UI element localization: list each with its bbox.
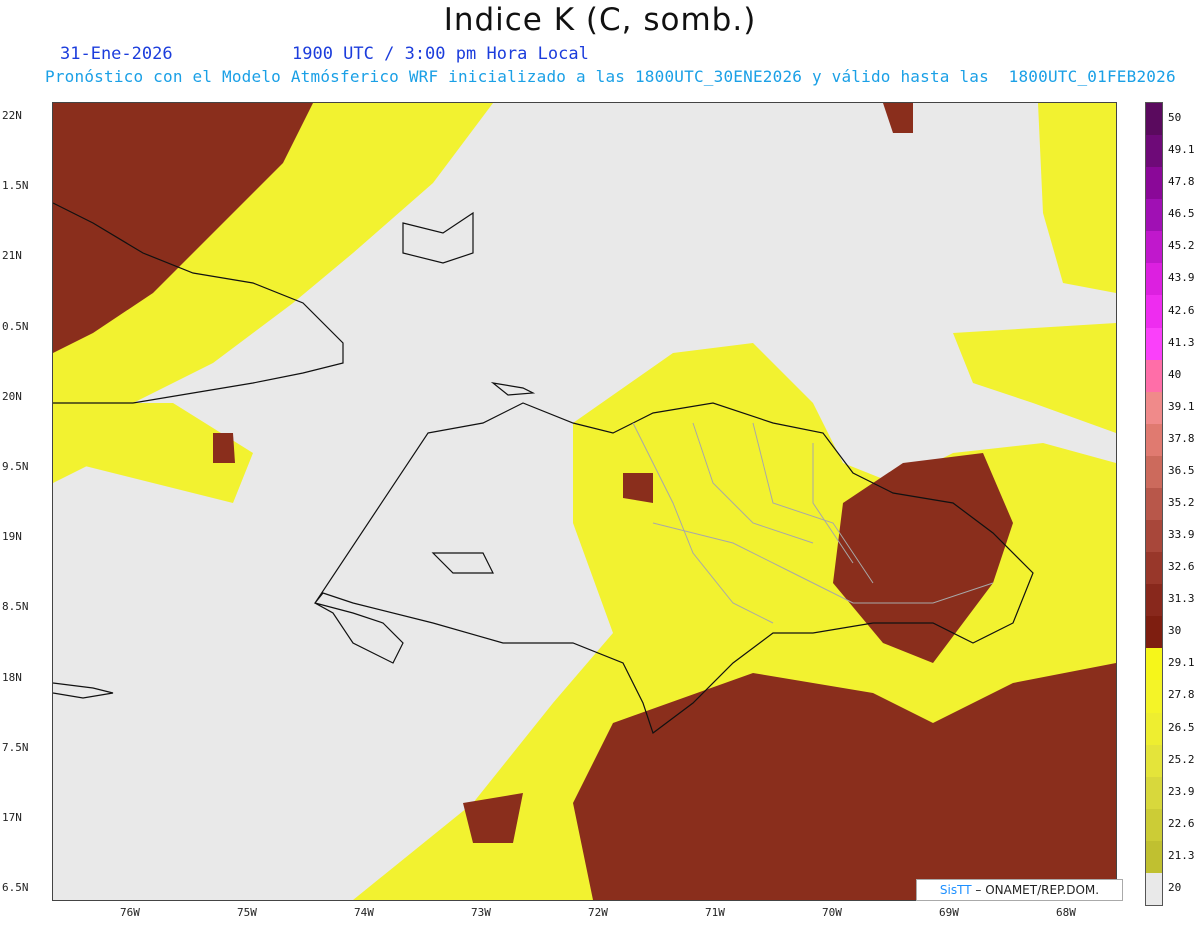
colorbar-label: 39.1 [1168,399,1195,413]
valid-date: 31-Ene-2026 [60,44,173,64]
credit-brand: SisTT [939,883,972,897]
colorbar-label: 47.8 [1168,175,1195,189]
model-subtitle: Pronóstico con el Modelo Atmósferico WRF… [45,67,1176,86]
lat-tick: 1.5N [2,179,29,192]
lon-tick: 68W [1056,906,1076,919]
colorbar-swatch [1146,776,1162,810]
colorbar-label: 33.9 [1168,528,1195,542]
colorbar-swatch [1146,103,1162,136]
colorbar-label: 40 [1168,367,1182,381]
k-index-field [53,103,1116,900]
lon-tick: 69W [939,906,959,919]
lat-tick: 21N [2,249,22,262]
colorbar-swatch [1146,680,1162,714]
colorbar-swatch [1146,135,1162,168]
colorbar-swatch [1146,616,1162,649]
colorbar-label: 37.8 [1168,431,1195,445]
colorbar-label: 25.2 [1168,752,1195,766]
colorbar-swatch [1146,840,1162,874]
colorbar-swatch [1146,808,1162,842]
colorbar-label: 29.1 [1168,656,1195,670]
lat-tick: 18N [2,671,22,684]
lon-tick: 75W [237,906,257,919]
colorbar-label: 41.3 [1168,335,1195,349]
colorbar-label: 23.9 [1168,784,1195,798]
colorbar [1145,102,1163,906]
colorbar-label: 36.5 [1168,463,1195,477]
credit-box: SisTT – ONAMET/REP.DOM. [916,879,1123,901]
valid-time: 1900 UTC / 3:00 pm Hora Local [292,44,589,64]
colorbar-swatch [1146,167,1162,200]
colorbar-label: 22.6 [1168,816,1195,830]
lon-tick: 70W [822,906,842,919]
lat-tick: 7.5N [2,741,29,754]
colorbar-swatch [1146,520,1162,553]
colorbar-label: 31.3 [1168,592,1195,606]
colorbar-label: 46.5 [1168,207,1195,221]
credit-text: – ONAMET/REP.DOM. [975,883,1100,897]
colorbar-swatch [1146,744,1162,778]
colorbar-label: 45.2 [1168,239,1195,253]
colorbar-label: 49.1 [1168,143,1195,157]
lon-tick: 76W [120,906,140,919]
lat-tick: 9.5N [2,460,29,473]
colorbar-swatch [1146,455,1162,489]
colorbar-swatch [1146,295,1162,329]
lat-tick: 6.5N [2,881,29,894]
map-panel [52,102,1117,901]
colorbar-swatch [1146,487,1162,521]
colorbar-label: 30 [1168,624,1182,638]
colorbar-label: 27.8 [1168,688,1195,702]
colorbar-swatch [1146,391,1162,425]
lat-tick: 8.5N [2,600,29,613]
lon-tick: 71W [705,906,725,919]
colorbar-label: 42.6 [1168,303,1195,317]
map-title: Indice K (C, somb.) [443,2,757,38]
lat-tick: 22N [2,109,22,122]
colorbar-swatch [1146,712,1162,746]
colorbar-label: 26.5 [1168,720,1195,734]
colorbar-swatch [1146,231,1162,264]
colorbar-swatch [1146,327,1162,361]
lon-tick: 74W [354,906,374,919]
lat-tick: 19N [2,530,22,543]
colorbar-label: 35.2 [1168,496,1195,509]
colorbar-label: 21.3 [1168,848,1195,862]
colorbar-swatch [1146,552,1162,585]
colorbar-swatch [1146,423,1162,457]
lon-tick: 73W [471,906,491,919]
colorbar-swatch [1146,872,1162,906]
colorbar-swatch [1146,648,1162,681]
lat-tick: 0.5N [2,320,29,333]
lat-tick: 20N [2,390,22,403]
lon-tick: 72W [588,906,608,919]
colorbar-label: 43.9 [1168,271,1195,285]
lat-tick: 17N [2,811,22,824]
colorbar-swatch [1146,263,1162,296]
colorbar-label: 50 [1168,111,1182,125]
colorbar-swatch [1146,359,1162,393]
colorbar-swatch [1146,199,1162,232]
colorbar-swatch [1146,584,1162,617]
colorbar-label: 20 [1168,880,1182,894]
colorbar-label: 32.6 [1168,560,1195,574]
